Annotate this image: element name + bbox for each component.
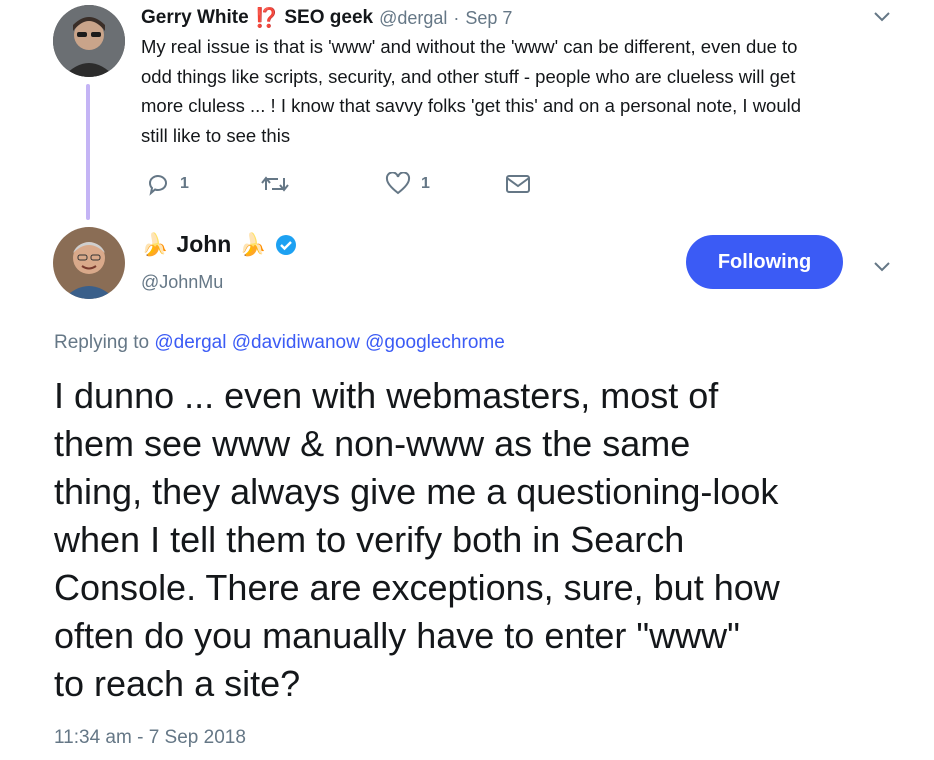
author-name[interactable]: Gerry White	[141, 7, 249, 29]
mention-link[interactable]: @davidiwanow	[232, 332, 360, 353]
author-handle[interactable]: @dergal	[379, 8, 447, 29]
text-line: often do you manually have to enter "www…	[54, 615, 740, 656]
banana-emoji: 🍌	[239, 231, 267, 257]
separator: ·	[453, 7, 460, 28]
text-line: them see www & non-www as the same	[54, 423, 691, 464]
mention-link[interactable]: @dergal	[154, 332, 226, 353]
reply-count: 1	[180, 175, 189, 192]
banana-emoji: 🍌	[141, 231, 169, 257]
text-line: to reach a site?	[54, 663, 301, 704]
text-line: when I tell them to verify both in Searc…	[54, 519, 685, 560]
mention-link[interactable]: @googlechrome	[365, 332, 505, 353]
direct-message-button[interactable]	[505, 172, 531, 196]
chevron-down-icon[interactable]	[873, 10, 891, 28]
retweet-button[interactable]	[260, 172, 290, 196]
text-line: odd things like scripts, security, and o…	[141, 65, 796, 87]
like-button[interactable]: 1	[385, 172, 430, 196]
like-count: 1	[421, 175, 430, 192]
prev-tweet-text: My real issue is that is 'www' and witho…	[141, 32, 911, 150]
text-line: My real issue is that is 'www' and witho…	[141, 36, 798, 57]
avatar-john[interactable]	[53, 227, 125, 299]
avatar-gerry[interactable]	[53, 5, 125, 77]
thread-line	[86, 84, 90, 220]
envelope-icon	[506, 175, 530, 193]
retweet-icon	[261, 176, 289, 192]
text-line: thing, they always give me a questioning…	[54, 471, 779, 512]
main-tweet-header: 🍌 John 🍌	[141, 231, 297, 258]
main-tweet-text: I dunno ... even with webmasters, most o…	[54, 372, 914, 708]
author-label: SEO geek	[284, 7, 374, 28]
tweet-date[interactable]: Sep 7	[465, 8, 512, 29]
text-line: I dunno ... even with webmasters, most o…	[54, 375, 719, 416]
reply-button[interactable]: 1	[146, 172, 189, 196]
tweet-timestamp[interactable]: 11:34 am - 7 Sep 2018	[54, 727, 246, 749]
reply-icon	[149, 175, 167, 196]
replying-prefix: Replying to	[54, 332, 150, 353]
text-line: still like to see this	[141, 124, 291, 146]
author-name[interactable]: John	[176, 231, 231, 258]
author-handle[interactable]: @JohnMu	[141, 272, 223, 293]
prev-tweet-header: Gerry White ⁉️ SEO geek @dergal · Sep 7	[141, 5, 512, 31]
chevron-down-icon[interactable]	[873, 260, 891, 278]
following-button[interactable]: Following	[686, 235, 843, 289]
verified-badge-icon	[275, 234, 296, 255]
text-line: more cluless ... ! I know that savvy fol…	[141, 95, 802, 116]
text-line: Console. There are exceptions, sure, but…	[54, 567, 780, 608]
heart-icon	[385, 172, 411, 195]
replying-to: Replying to @dergal @davidiwanow @google…	[54, 332, 505, 354]
interrobang-emoji: ⁉️	[254, 8, 279, 29]
